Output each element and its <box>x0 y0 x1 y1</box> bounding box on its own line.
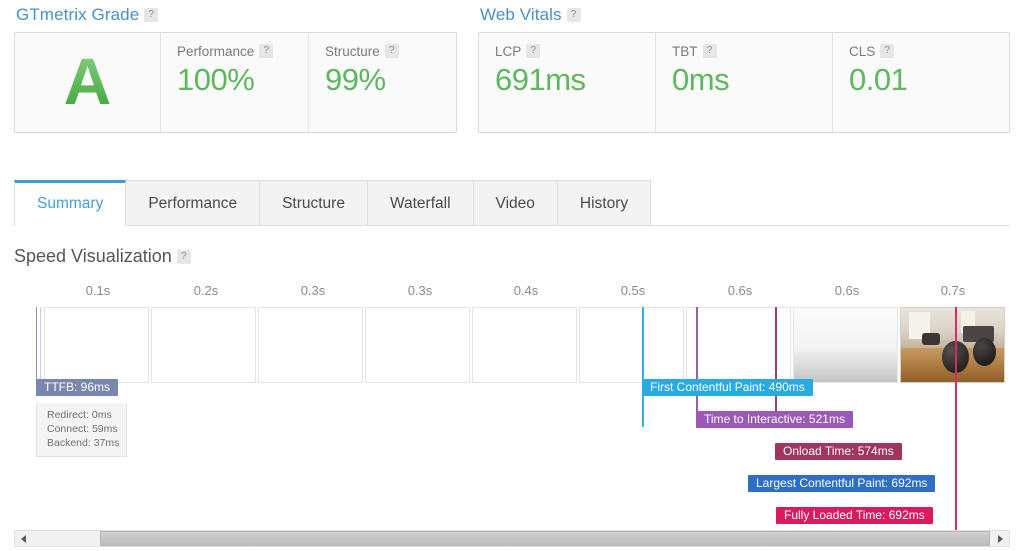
lcp-label: LCP? <box>495 44 641 59</box>
speed-visualization-title-text: Speed Visualization <box>14 246 172 266</box>
gtmetrix-grade-group: GTmetrix Grade? A Performance? 100% Stru… <box>14 0 457 133</box>
filmstrip-frame[interactable] <box>44 307 149 383</box>
ttfb-breakdown: Redirect: 0ms Connect: 59ms Backend: 37m… <box>36 403 127 457</box>
timeline-axis: 0.1s 0.2s 0.3s 0.3s 0.4s 0.5s 0.6s 0.6s … <box>14 283 1010 307</box>
web-vitals-card: LCP? 691ms TBT? 0ms CLS? 0.01 <box>478 32 1010 133</box>
filmstrip-frame[interactable] <box>365 307 470 383</box>
badge-onload-time[interactable]: Onload Time: 574ms <box>775 443 902 460</box>
filmstrip-frames <box>44 307 1007 383</box>
cls-label: CLS? <box>849 44 995 59</box>
filmstrip-frame[interactable] <box>258 307 363 383</box>
gtmetrix-grade-title-text: GTmetrix Grade <box>16 5 140 24</box>
tab-video[interactable]: Video <box>473 180 558 225</box>
help-icon[interactable]: ? <box>526 44 541 58</box>
axis-tick: 0.3s <box>407 283 433 298</box>
horizontal-scrollbar[interactable] <box>14 530 1010 547</box>
speed-visualization-chart: 0.1s 0.2s 0.3s 0.3s 0.4s 0.5s 0.6s 0.6s … <box>14 283 1010 532</box>
help-icon[interactable]: ? <box>566 8 581 22</box>
badge-fully-loaded-time[interactable]: Fully Loaded Time: 692ms <box>776 507 933 524</box>
structure-metric-cell: Structure? 99% <box>309 33 456 132</box>
timeline-origin-line <box>36 307 37 383</box>
tab-structure[interactable]: Structure <box>260 180 368 225</box>
axis-tick: 0.5s <box>620 283 646 298</box>
badge-ttfb[interactable]: TTFB: 96ms <box>36 379 119 396</box>
structure-label-text: Structure <box>325 44 380 59</box>
filmstrip-frame-partial[interactable] <box>793 307 898 383</box>
axis-tick: 0.2s <box>193 283 219 298</box>
badge-largest-contentful-paint[interactable]: Largest Contentful Paint: 692ms <box>748 475 936 492</box>
cls-label-text: CLS <box>849 44 876 59</box>
axis-tick: 0.6s <box>727 283 753 298</box>
gtmetrix-grade-card: A Performance? 100% Structure? 99% <box>14 32 457 133</box>
web-vitals-title-text: Web Vitals <box>480 5 562 24</box>
web-vitals-title: Web Vitals? <box>480 0 1010 25</box>
lcp-value: 691ms <box>495 62 586 97</box>
tab-performance[interactable]: Performance <box>126 180 261 225</box>
tbt-label: TBT? <box>672 44 818 59</box>
lcp-label-text: LCP <box>495 44 522 59</box>
axis-tick: 0.4s <box>513 283 539 298</box>
ttfb-redirect: Redirect: 0ms <box>47 409 112 421</box>
photo-equipment <box>921 333 941 345</box>
structure-label: Structure? <box>325 44 442 59</box>
badge-first-contentful-paint[interactable]: First Contentful Paint: 490ms <box>642 379 813 396</box>
grade-letter: A <box>63 43 112 118</box>
help-icon[interactable]: ? <box>259 44 274 58</box>
help-icon[interactable]: ? <box>880 44 895 58</box>
structure-value: 99% <box>325 62 386 97</box>
gtmetrix-grade-title: GTmetrix Grade? <box>16 0 457 25</box>
ttfb-connect: Connect: 59ms <box>47 423 118 435</box>
tab-history[interactable]: History <box>557 180 652 225</box>
lcp-metric-cell: LCP? 691ms <box>479 33 656 132</box>
scrollbar-thumb[interactable] <box>100 531 990 546</box>
gtmetrix-report-page: GTmetrix Grade? A Performance? 100% Stru… <box>0 0 1024 551</box>
filmstrip-frame-rendered[interactable] <box>900 307 1005 383</box>
scroll-left-arrow-icon[interactable] <box>15 531 32 546</box>
tab-summary[interactable]: Summary <box>14 180 127 226</box>
filmstrip-frame[interactable] <box>579 307 684 383</box>
grade-letter-cell: A <box>15 33 161 132</box>
page-screenshot-thumbnail <box>901 308 1004 382</box>
performance-metric-cell: Performance? 100% <box>161 33 309 132</box>
scores-region: GTmetrix Grade? A Performance? 100% Stru… <box>0 0 1024 148</box>
filmstrip <box>14 307 1010 532</box>
help-icon[interactable]: ? <box>144 8 159 22</box>
tbt-metric-cell: TBT? 0ms <box>656 33 833 132</box>
axis-tick: 0.1s <box>85 283 111 298</box>
help-icon[interactable]: ? <box>176 250 191 264</box>
tbt-value: 0ms <box>672 62 730 97</box>
filmstrip-frame[interactable] <box>151 307 256 383</box>
report-tabs: Summary Performance Structure Waterfall … <box>14 180 1010 226</box>
help-icon[interactable]: ? <box>702 44 717 58</box>
axis-tick: 0.7s <box>940 283 966 298</box>
axis-tick: 0.6s <box>834 283 860 298</box>
performance-value: 100% <box>177 62 255 97</box>
scrollbar-track[interactable] <box>32 531 992 546</box>
timeline-origin-line-2 <box>40 307 41 383</box>
help-icon[interactable]: ? <box>384 44 399 58</box>
performance-label-text: Performance <box>177 44 255 59</box>
tab-waterfall[interactable]: Waterfall <box>367 180 474 225</box>
web-vitals-group: Web Vitals? LCP? 691ms TBT? 0ms CLS ? 0.… <box>478 0 1010 133</box>
tabs-filler <box>651 180 1010 225</box>
cls-metric-cell: CLS? 0.01 <box>833 33 1009 132</box>
ttfb-backend: Backend: 37ms <box>47 437 120 449</box>
cls-value: 0.01 <box>849 62 908 97</box>
timeline-event-labels: TTFB: 96ms Redirect: 0ms Connect: 59ms B… <box>14 379 1010 531</box>
badge-time-to-interactive[interactable]: Time to Interactive: 521ms <box>696 411 853 428</box>
speed-visualization-title: Speed Visualization? <box>14 246 191 267</box>
performance-label: Performance? <box>177 44 294 59</box>
scroll-right-arrow-icon[interactable] <box>992 531 1009 546</box>
axis-tick: 0.3s <box>300 283 326 298</box>
filmstrip-frame[interactable] <box>472 307 577 383</box>
tbt-label-text: TBT <box>672 44 698 59</box>
photo-exercise-ball <box>973 337 996 366</box>
